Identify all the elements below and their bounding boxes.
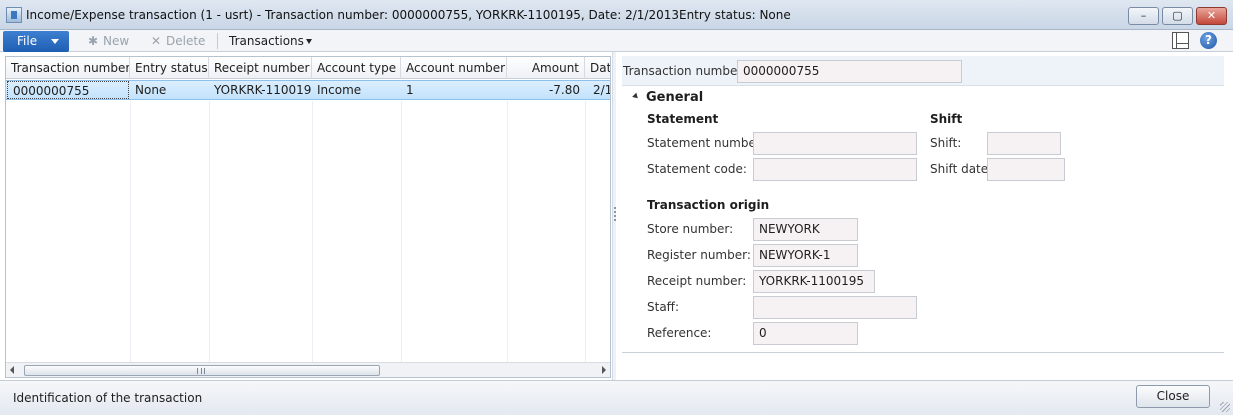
window-close-button[interactable]: ✕ xyxy=(1196,7,1227,25)
general-fasttab[interactable]: General xyxy=(632,90,704,105)
staff-field[interactable] xyxy=(753,296,917,319)
column-divider xyxy=(401,101,402,363)
staff-label: Staff: xyxy=(647,300,679,314)
transactions-grid: Transaction number Entry status Receipt … xyxy=(5,56,611,378)
app-icon xyxy=(6,7,22,23)
delete-x-icon: ✕ xyxy=(150,34,162,48)
register-number-label: Register number: xyxy=(647,248,751,262)
resize-grip-icon[interactable] xyxy=(1220,402,1230,412)
header-band: Transaction number: 0000000755 xyxy=(622,56,1224,86)
general-title: General xyxy=(646,90,704,105)
register-number-field[interactable]: NEWYORK-1 xyxy=(753,244,858,267)
reference-label: Reference: xyxy=(647,326,712,340)
details-pane: Transaction number: 0000000755 General S… xyxy=(622,56,1224,353)
cell-account-number[interactable]: 1 xyxy=(401,81,507,99)
status-bar: Identification of the transaction Close xyxy=(0,380,1233,415)
maximize-button[interactable]: ▢ xyxy=(1162,7,1193,25)
reference-field[interactable]: 0 xyxy=(753,322,858,345)
column-header-transaction-number[interactable]: Transaction number xyxy=(6,57,130,79)
transactions-label: Transactions xyxy=(229,34,304,48)
scroll-left-icon[interactable] xyxy=(10,366,14,374)
minimize-button[interactable]: – xyxy=(1128,7,1159,25)
new-label: New xyxy=(103,34,130,48)
title-bar: Income/Expense transaction (1 - usrt) - … xyxy=(0,0,1233,30)
status-text: Identification of the transaction xyxy=(13,391,203,405)
store-number-field[interactable]: NEWYORK xyxy=(753,218,858,241)
table-row[interactable]: 0000000755 None YORKRK-1100195 Income 1 … xyxy=(6,80,610,100)
scroll-right-icon[interactable] xyxy=(602,366,606,374)
window-title: Income/Expense transaction (1 - usrt) - … xyxy=(26,8,791,22)
store-number-label: Store number: xyxy=(647,222,734,236)
column-header-entry-status[interactable]: Entry status xyxy=(130,57,209,79)
delete-button[interactable]: ✕ Delete xyxy=(149,33,205,49)
caret-down-icon xyxy=(305,39,312,44)
shift-label: Shift: xyxy=(930,136,962,150)
cell-account-type[interactable]: Income xyxy=(312,81,401,99)
shift-field[interactable] xyxy=(987,132,1061,155)
column-divider xyxy=(209,101,210,363)
column-header-account-type[interactable]: Account type xyxy=(312,57,401,79)
grip-icon xyxy=(197,368,205,374)
cell-amount[interactable]: -7.80 xyxy=(507,81,585,99)
column-header-account-number[interactable]: Account number xyxy=(401,57,507,79)
new-button[interactable]: ✱ New xyxy=(86,33,129,49)
cell-transaction-number[interactable]: 0000000755 xyxy=(7,81,129,99)
statement-group-title: Statement xyxy=(647,112,719,126)
receipt-number-field[interactable]: YORKRK-1100195 xyxy=(753,270,875,293)
layout-icon[interactable] xyxy=(1172,32,1189,49)
shift-date-label: Shift date: xyxy=(930,162,993,176)
column-divider xyxy=(130,101,131,363)
splitter-grip-icon xyxy=(614,207,616,223)
statement-number-field[interactable] xyxy=(753,132,917,155)
transaction-origin-group-title: Transaction origin xyxy=(647,198,770,212)
column-divider xyxy=(312,101,313,363)
chevron-down-icon xyxy=(51,39,59,44)
statement-number-label: Statement number: xyxy=(647,136,765,150)
receipt-number-label: Receipt number: xyxy=(647,274,747,288)
cell-entry-status[interactable]: None xyxy=(130,81,209,99)
statement-code-label: Statement code: xyxy=(647,162,747,176)
statement-code-field[interactable] xyxy=(753,158,917,181)
cell-date[interactable]: 2/1/2013 xyxy=(585,81,610,99)
file-menu-button[interactable]: File xyxy=(3,31,69,52)
grid-header: Transaction number Entry status Receipt … xyxy=(6,57,610,79)
horizontal-scrollbar[interactable] xyxy=(6,362,610,377)
action-pane: File ✱ New ✕ Delete Transactions ? xyxy=(0,30,1233,52)
transaction-number-label: Transaction number: xyxy=(623,64,747,78)
column-divider xyxy=(507,101,508,363)
scroll-thumb[interactable] xyxy=(24,365,380,376)
column-header-date[interactable]: Date xyxy=(585,57,610,79)
column-header-amount[interactable]: Amount xyxy=(507,57,585,79)
file-menu-label: File xyxy=(17,34,38,48)
transaction-number-field[interactable]: 0000000755 xyxy=(737,60,962,83)
collapse-triangle-icon xyxy=(632,92,640,101)
transactions-menu-button[interactable]: Transactions xyxy=(229,33,312,49)
close-button[interactable]: Close xyxy=(1136,385,1210,408)
pane-splitter[interactable] xyxy=(612,52,616,380)
details-divider xyxy=(622,352,1224,353)
shift-group-title: Shift xyxy=(930,112,963,126)
help-icon[interactable]: ? xyxy=(1200,32,1217,49)
cell-receipt-number[interactable]: YORKRK-1100195 xyxy=(209,81,312,99)
column-divider xyxy=(585,101,586,363)
new-star-icon: ✱ xyxy=(87,34,99,48)
column-header-receipt-number[interactable]: Receipt number xyxy=(209,57,312,79)
shift-date-field[interactable] xyxy=(987,158,1065,181)
delete-label: Delete xyxy=(166,34,206,48)
toolbar-separator xyxy=(217,33,218,49)
